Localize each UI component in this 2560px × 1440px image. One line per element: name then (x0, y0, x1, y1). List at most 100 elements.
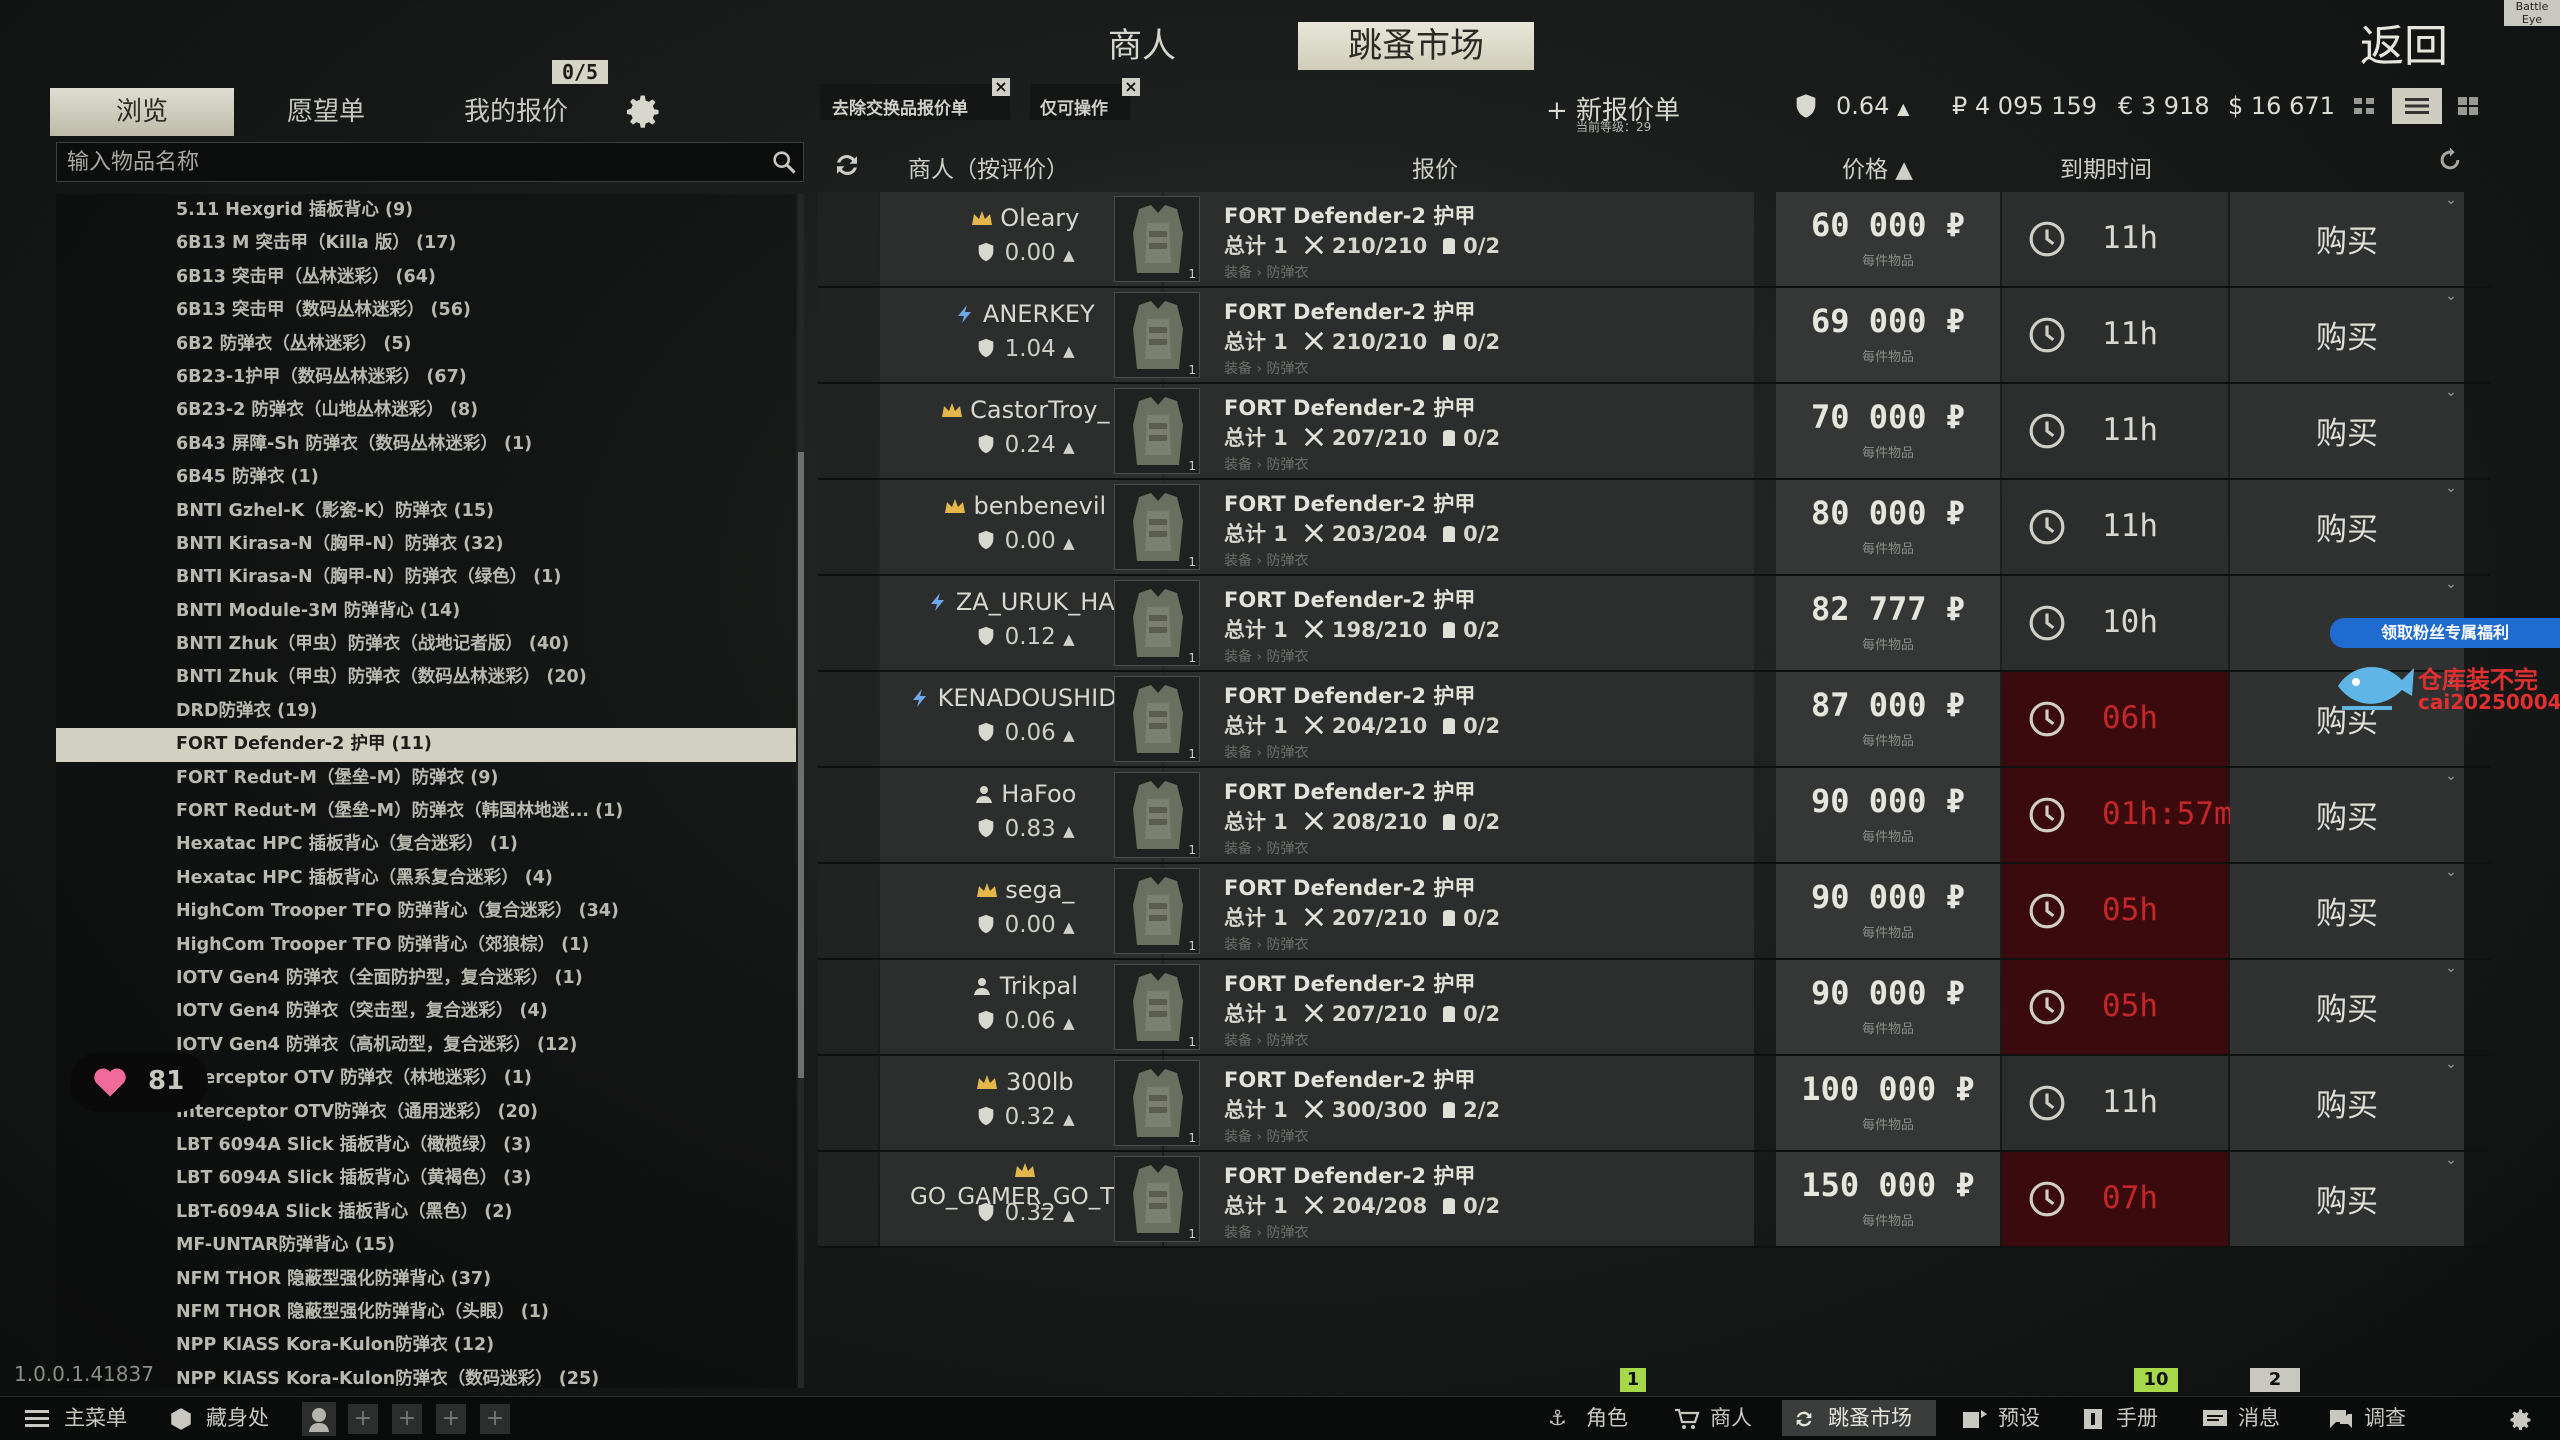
chevron-down-icon[interactable]: ⌄ (2440, 384, 2462, 404)
category-item[interactable]: LBT-6094A Slick 插板背心（黑色） (2) (56, 1196, 796, 1229)
buy-button[interactable]: 购买 ⌄ (2230, 480, 2464, 574)
category-item[interactable]: FORT Redut-M（堡垒-M）防弹衣 (9) (56, 762, 796, 795)
item-name[interactable]: FORT Defender-2 护甲 (1224, 1064, 1475, 1094)
quick-slot-add[interactable]: + (392, 1404, 422, 1434)
category-item[interactable]: IOTV Gen4 防弹衣（全面防护型，复合迷彩） (1) (56, 962, 796, 995)
category-item[interactable]: 6B13 突击甲（丛林迷彩） (64) (56, 261, 796, 294)
seller-name[interactable]: Oleary (910, 204, 1140, 232)
gear-icon[interactable] (620, 90, 664, 134)
seller-name[interactable]: ZA_URUK_HAI (910, 588, 1140, 616)
buy-button[interactable]: 购买 ⌄ (2230, 864, 2464, 958)
category-item[interactable]: Hexatac HPC 插板背心（复合迷彩） (1) (56, 828, 796, 861)
quick-slot-add[interactable]: + (348, 1404, 378, 1434)
chevron-down-icon[interactable]: ⌄ (2440, 288, 2462, 308)
item-name[interactable]: FORT Defender-2 护甲 (1224, 968, 1475, 998)
item-name[interactable]: FORT Defender-2 护甲 (1224, 200, 1475, 230)
item-name[interactable]: FORT Defender-2 护甲 (1224, 872, 1475, 902)
category-item[interactable]: 6B45 防弹衣 (1) (56, 461, 796, 494)
category-item[interactable]: 6B13 突击甲（数码丛林迷彩） (56) (56, 294, 796, 327)
item-image[interactable]: 1 (1114, 484, 1200, 570)
chevron-down-icon[interactable]: ⌄ (2440, 864, 2462, 884)
seller-name[interactable]: KENADOUSHIDSB (910, 684, 1148, 712)
category-item[interactable]: 6B23-1护甲（数码丛林迷彩） (67) (56, 361, 796, 394)
category-item[interactable]: HighCom Trooper TFO 防弹背心（复合迷彩） (34) (56, 895, 796, 928)
category-item[interactable]: NFM THOR 隐蔽型强化防弹背心 (37) (56, 1263, 796, 1296)
seller-name[interactable]: CastorTroy_ (910, 396, 1140, 424)
item-name[interactable]: FORT Defender-2 护甲 (1224, 488, 1475, 518)
item-image[interactable]: 1 (1114, 1156, 1200, 1242)
category-item[interactable]: BNTI Kirasa-N（胸甲-N）防弹衣（绿色） (1) (56, 561, 796, 594)
seller-name[interactable]: benbenevil (910, 492, 1140, 520)
buy-button[interactable]: 购买 ⌄ (2230, 192, 2464, 286)
tab-browse[interactable]: 浏览 (50, 88, 234, 136)
seller-name[interactable]: HaFoo (910, 780, 1140, 808)
item-name[interactable]: FORT Defender-2 护甲 (1224, 584, 1475, 614)
chevron-down-icon[interactable]: ⌄ (2440, 1056, 2462, 1076)
category-item[interactable]: DRD防弹衣 (19) (56, 695, 796, 728)
tab-flea-market[interactable]: 跳蚤市场 (1298, 22, 1534, 70)
item-name[interactable]: FORT Defender-2 护甲 (1224, 776, 1475, 806)
category-item[interactable]: MF-UNTAR防弹背心 (15) (56, 1229, 796, 1262)
traders-button[interactable]: 商人 (1664, 1400, 1772, 1436)
item-name[interactable]: FORT Defender-2 护甲 (1224, 1160, 1475, 1190)
filter-chip-operational[interactable]: 仅可操作 (1030, 84, 1130, 120)
promo-banner[interactable]: 领取粉丝专属福利 (2330, 618, 2560, 648)
seller-name[interactable]: ANERKEY (910, 300, 1140, 328)
tab-wishlist[interactable]: 愿望单 (234, 88, 418, 136)
category-item[interactable]: FORT Redut-M（堡垒-M）防弹衣（韩国林地迷... (1) (56, 795, 796, 828)
item-image[interactable]: 1 (1114, 964, 1200, 1050)
category-item[interactable]: HighCom Trooper TFO 防弹背心（郊狼棕） (1) (56, 929, 796, 962)
character-portrait-slot[interactable] (302, 1402, 336, 1436)
quick-slot-add[interactable]: + (436, 1404, 466, 1434)
category-item[interactable]: BNTI Zhuk（甲虫）防弹衣（战地记者版） (40) (56, 628, 796, 661)
buy-button[interactable]: 购买 ⌄ (2230, 288, 2464, 382)
chevron-down-icon[interactable]: ⌄ (2440, 480, 2462, 500)
category-item[interactable]: 6B13 M 突击甲（Killa 版） (17) (56, 227, 796, 260)
tab-my-offers[interactable]: 我的报价 (424, 88, 608, 136)
chevron-down-icon[interactable]: ⌄ (2440, 576, 2462, 596)
category-item[interactable]: BNTI Gzhel-K（影瓷-K）防弹衣 (15) (56, 495, 796, 528)
item-image[interactable]: 1 (1114, 196, 1200, 282)
handbook-button[interactable]: 手册 (2076, 1400, 2176, 1436)
close-icon[interactable]: × (992, 78, 1010, 96)
chevron-down-icon[interactable]: ⌄ (2440, 960, 2462, 980)
item-image[interactable]: 1 (1114, 580, 1200, 666)
close-icon[interactable]: × (1122, 78, 1140, 96)
item-name[interactable]: FORT Defender-2 护甲 (1224, 392, 1475, 422)
item-image[interactable]: 1 (1114, 868, 1200, 954)
category-item[interactable]: 6B2 防弹衣（丛林迷彩） (5) (56, 328, 796, 361)
header-expires[interactable]: 到期时间 (2060, 150, 2152, 184)
item-image[interactable]: 1 (1114, 676, 1200, 762)
category-item[interactable]: 6B23-2 防弹衣（山地丛林迷彩） (8) (56, 394, 796, 427)
category-scrollbar[interactable] (798, 452, 804, 1078)
item-image[interactable]: 1 (1114, 1060, 1200, 1146)
category-item[interactable]: NPP KlASS Kora-Kulon防弹衣（数码迷彩） (25) (56, 1363, 796, 1388)
category-item[interactable]: Hexatac HPC 插板背心（黑系复合迷彩） (4) (56, 862, 796, 895)
category-item[interactable]: NFM THOR 隐蔽型强化防弹背心（头眼） (1) (56, 1296, 796, 1329)
refresh-icon[interactable] (830, 150, 864, 180)
back-button[interactable]: 返回 (2360, 10, 2448, 74)
tab-traders[interactable]: 商人 (1024, 22, 1260, 70)
search-input[interactable] (56, 142, 804, 182)
filter-chip-barter[interactable]: 去除交换品报价单 (820, 84, 1010, 120)
buy-button[interactable]: 购买 ⌄ (2230, 1056, 2464, 1150)
survey-button[interactable]: 调查 (2322, 1400, 2422, 1436)
seller-name[interactable]: Trikpal (910, 972, 1140, 1000)
presets-button[interactable]: 预设 (1956, 1400, 2056, 1436)
category-item[interactable]: IOTV Gen4 防弹衣（突击型，复合迷彩） (4) (56, 995, 796, 1028)
search-icon[interactable] (770, 148, 798, 176)
item-image[interactable]: 1 (1114, 388, 1200, 474)
buy-button[interactable]: 购买 ⌄ (2230, 1152, 2464, 1246)
category-item[interactable]: BNTI Zhuk（甲虫）防弹衣（数码丛林迷彩） (20) (56, 661, 796, 694)
main-menu-button[interactable]: 主菜单 (14, 1400, 127, 1436)
buy-button[interactable]: 购买 ⌄ (2230, 960, 2464, 1054)
category-item[interactable]: NPP KlASS Kora-Kulon防弹衣 (12) (56, 1329, 796, 1362)
view-list-button[interactable] (2392, 88, 2442, 124)
character-button[interactable]: ⚓ 角色 (1540, 1400, 1648, 1436)
seller-name[interactable]: sega_ (910, 876, 1140, 904)
buy-button[interactable]: 购买 ⌄ (2230, 384, 2464, 478)
quick-slot-add[interactable]: + (480, 1404, 510, 1434)
settings-icon[interactable] (2506, 1406, 2534, 1434)
category-item[interactable]: BNTI Module-3M 防弹背心 (14) (56, 595, 796, 628)
header-price[interactable]: 价格 ▲ (1842, 150, 1913, 184)
